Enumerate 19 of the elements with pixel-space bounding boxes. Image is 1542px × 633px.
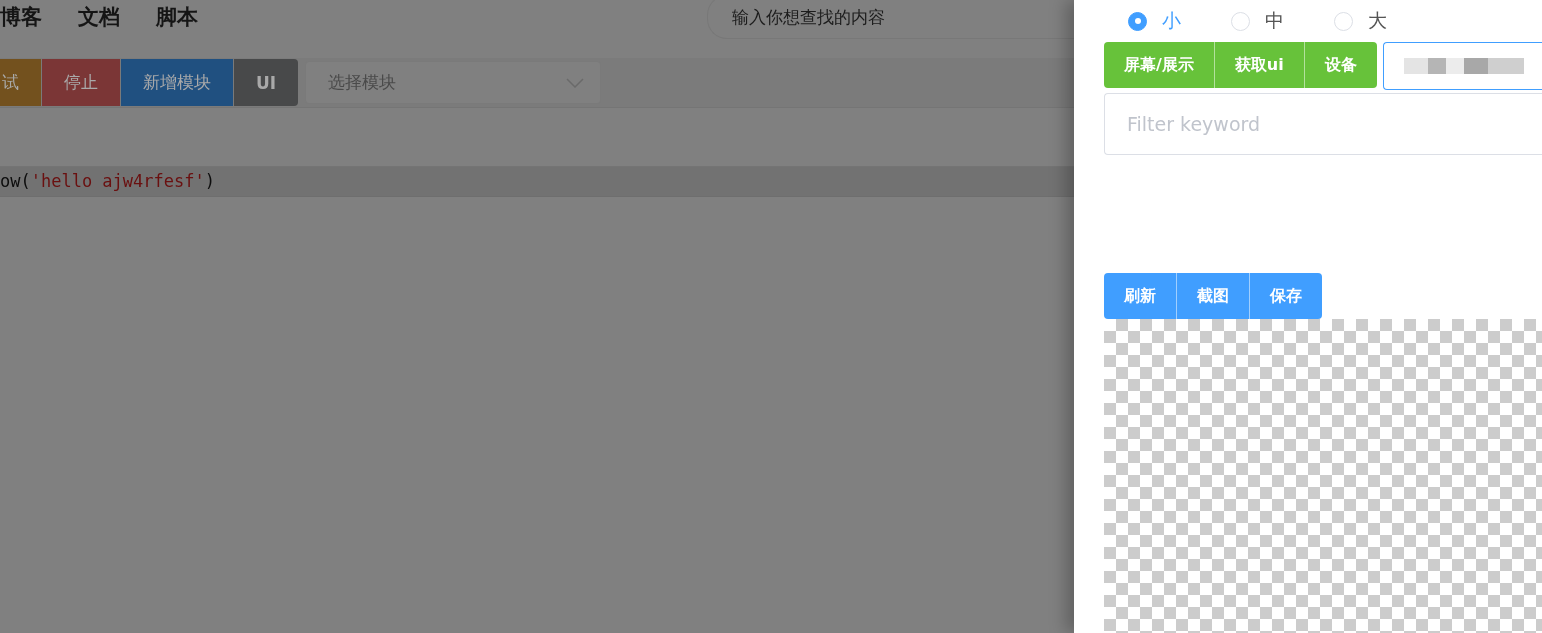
nav-link[interactable]: 博客 <box>0 3 42 31</box>
search-field[interactable]: 输入你想查找的内容 <box>707 0 1074 39</box>
size-radio[interactable]: 大 <box>1334 8 1437 34</box>
nav-link[interactable]: 文档 <box>78 3 120 31</box>
device-tab-button[interactable]: 设备 <box>1304 42 1377 88</box>
toolbar-button[interactable]: 新增模块 <box>121 59 234 106</box>
screen-action-button[interactable]: 保存 <box>1250 273 1322 319</box>
device-tab-button[interactable]: 屏幕/展示 <box>1104 42 1215 88</box>
size-radio[interactable]: 小 <box>1128 8 1231 34</box>
toolbar-button[interactable]: 停止 <box>42 59 121 106</box>
device-field[interactable] <box>1382 42 1542 90</box>
toolbar-button[interactable]: 试 <box>0 59 42 106</box>
nav-link[interactable]: 脚本 <box>156 3 198 31</box>
toolbar-button[interactable]: UI <box>234 59 299 106</box>
filter-input[interactable]: Filter keyword <box>1104 93 1542 155</box>
device-tab-button[interactable]: 获取ui <box>1214 42 1305 88</box>
screen-action-button[interactable]: 截图 <box>1177 273 1250 319</box>
size-radio[interactable]: 中 <box>1231 8 1334 34</box>
screen-action-button[interactable]: 刷新 <box>1104 273 1177 319</box>
